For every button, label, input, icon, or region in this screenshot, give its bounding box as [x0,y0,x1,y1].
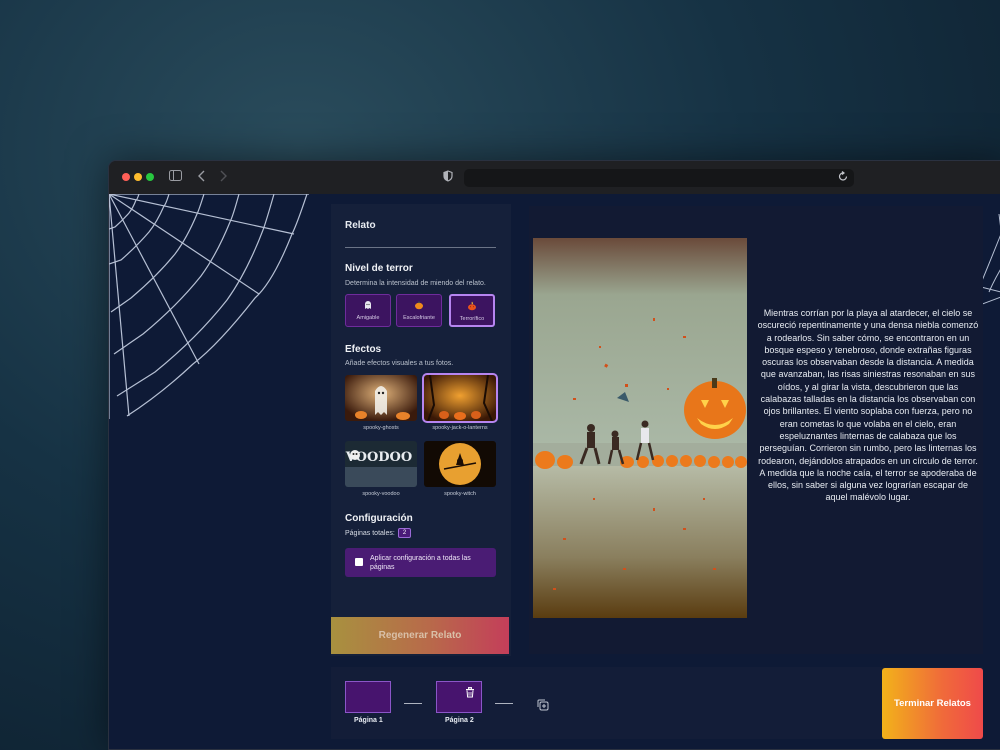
back-arrow-icon[interactable] [198,170,206,185]
terror-level-heading: Nivel de terror [345,263,413,274]
flaming-pumpkin-icon [451,301,493,314]
spider-web-icon [109,194,309,419]
terror-option-terrorifico[interactable]: Terrorífico [449,294,495,327]
apply-all-checkbox[interactable] [355,558,363,566]
page-label-2: Página 2 [445,717,474,724]
effect-spooky-voodoo[interactable]: VOODOO spooky-voodoo [345,441,417,497]
maximize-window-button[interactable] [146,173,154,181]
privacy-shield-icon [443,170,453,185]
divider [345,247,496,248]
page-thumbnail-2[interactable] [436,681,482,713]
browser-toolbar [109,161,1000,194]
ghost-icon [346,300,390,313]
address-bar[interactable] [464,169,854,187]
page-connector [495,703,513,704]
finish-stories-button[interactable]: Terminar Relatos [882,668,983,739]
add-page-icon[interactable] [537,698,549,716]
browser-window: Relato Nivel de terror Determina la inte… [108,160,1000,750]
page-connector [404,703,422,704]
pumpkin-icon [397,300,441,313]
config-heading: Configuración [345,513,413,524]
effect-spooky-jack-o-lanterns[interactable]: spooky-jack-o-lanterns [422,373,498,431]
terror-option-amigable[interactable]: Amigable [345,294,391,327]
story-text: Mientras corrían por la playa al atardec… [757,308,979,503]
apply-all-pages-option[interactable]: Aplicar configuración a todas las página… [345,548,496,577]
voodoo-thumbnail: VOODOO [345,441,417,487]
minimize-window-button[interactable] [134,173,142,181]
total-pages-badge: 2 [397,528,412,538]
ghosts-thumbnail [345,375,417,421]
story-preview: Mientras corrían por la playa al atardec… [529,206,983,654]
trash-icon[interactable] [465,685,475,703]
forward-arrow-icon[interactable] [219,170,227,185]
close-window-button[interactable] [122,173,130,181]
witch-thumbnail [424,441,496,487]
terror-level-description: Determina la intensidad de miendo del re… [345,280,486,287]
regenerate-story-button[interactable]: Regenerar Relato [331,617,509,654]
effects-heading: Efectos [345,344,382,355]
effects-description: Añade efectos visuales a tus fotos. [345,360,454,367]
effect-spooky-ghosts[interactable]: spooky-ghosts [345,375,417,431]
page-label-1: Página 1 [354,717,383,724]
web-content: Relato Nivel de terror Determina la inte… [109,194,1000,749]
story-photo [533,238,747,618]
jack-o-lanterns-thumbnail [422,373,498,423]
apply-all-label: Aplicar configuración a todas las página… [370,555,471,571]
reload-icon[interactable] [838,171,848,185]
page-thumbnail-1[interactable] [345,681,391,713]
sidebar-toggle-icon[interactable] [169,170,182,184]
story-settings-panel: Relato Nivel de terror Determina la inte… [331,204,511,656]
effect-spooky-witch[interactable]: spooky-witch [424,441,496,497]
total-pages-row: Páginas totales: 2 [345,528,412,538]
terror-option-escalofriante[interactable]: Escalofriante [396,294,442,327]
panel-title: Relato [345,220,376,231]
